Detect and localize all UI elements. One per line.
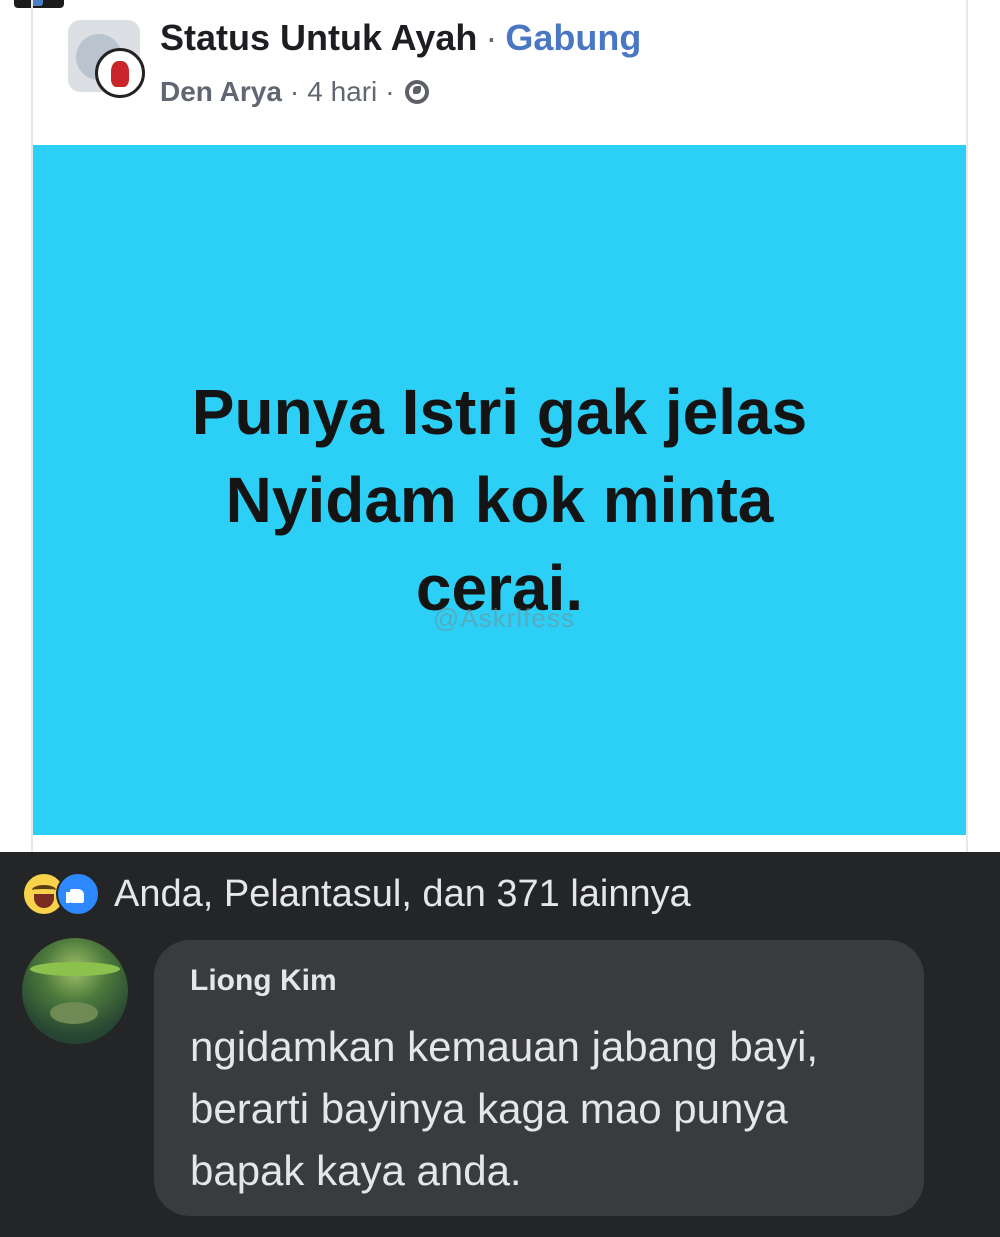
author-avatar[interactable] [95, 48, 145, 98]
comment-bubble: Liong Kim ngidamkan kemauan jabang bayi,… [154, 940, 924, 1216]
comment-author-link[interactable]: Liong Kim [190, 964, 337, 998]
status-text: Punya Istri gak jelas Nyidam kok minta c… [191, 376, 808, 624]
meta-separator: · [289, 76, 300, 107]
reactions-summary[interactable]: Anda, Pelantasul, dan 371 lainnya [114, 873, 691, 916]
post-header-title: Status Untuk Ayah · Gabung [160, 16, 641, 60]
status-background-post[interactable]: Punya Istri gak jelas Nyidam kok minta c… [33, 145, 966, 835]
globe-icon [404, 80, 429, 104]
like-icon [56, 872, 100, 916]
join-group-button[interactable]: Gabung [505, 17, 641, 58]
title-separator: · [485, 17, 498, 58]
post-timestamp[interactable]: 4 hari [307, 72, 377, 112]
group-name-link[interactable]: Status Untuk Ayah [160, 17, 477, 58]
post-meta: Den Arya · 4 hari · [160, 72, 429, 112]
comment-text: ngidamkan kemauan jabang bayi, berarti b… [190, 1023, 819, 1194]
post-card: Status Untuk Ayah · Gabung Den Arya · 4 ha… [0, 0, 1000, 852]
author-name-link[interactable]: Den Arya [160, 72, 282, 112]
reactions-bar[interactable]: Anda, Pelantasul, dan 371 lainnya [22, 872, 691, 916]
commenter-avatar[interactable] [22, 938, 128, 1044]
card-border-right [966, 0, 968, 852]
comments-section: Anda, Pelantasul, dan 371 lainnya Liong … [0, 852, 1000, 1237]
app-thumbnail [14, 0, 64, 8]
meta-separator: · [385, 76, 395, 107]
watermark-text: @Askrlfess [433, 603, 575, 633]
